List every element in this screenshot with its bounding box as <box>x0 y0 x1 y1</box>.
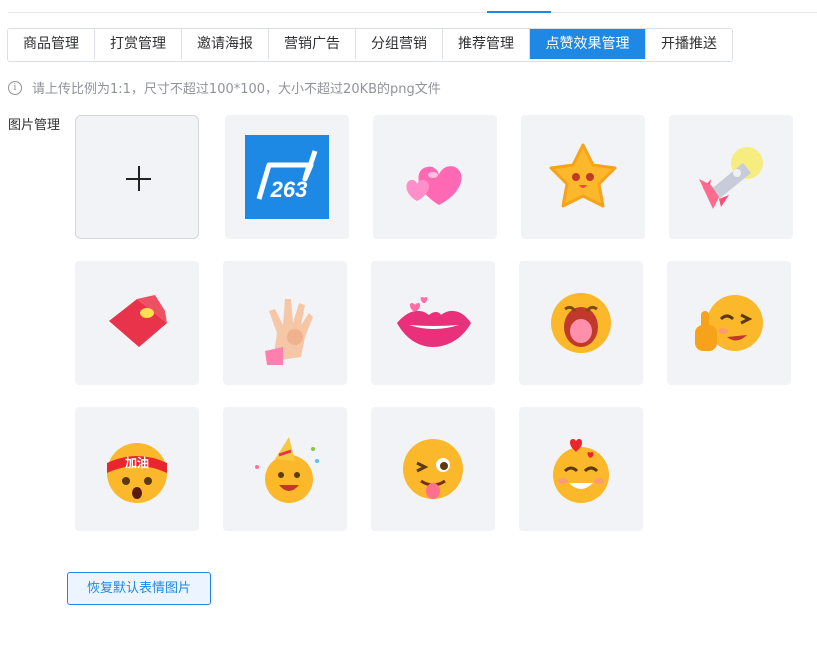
tab-tips[interactable]: 打赏管理 <box>95 29 182 59</box>
tab-like-effects[interactable]: 点赞效果管理 <box>530 29 646 59</box>
tab-group-marketing[interactable]: 分组营销 <box>356 29 443 59</box>
image-tile-love-face[interactable] <box>519 407 643 531</box>
image-tile-lips[interactable] <box>371 261 495 385</box>
tab-recommend[interactable]: 推荐管理 <box>443 29 530 59</box>
party-face-icon <box>255 437 319 503</box>
logo-263-icon: 263 <box>245 135 329 219</box>
wink-thumb-icon <box>695 295 763 351</box>
ok-hand-icon <box>265 299 313 365</box>
tab-live-push[interactable]: 开播推送 <box>646 29 732 59</box>
image-tile-logo-263[interactable]: 263 <box>225 115 349 239</box>
tab-marketing-ads[interactable]: 营销广告 <box>269 29 356 59</box>
info-icon: i <box>8 80 22 95</box>
top-divider <box>8 12 817 13</box>
image-tile-rocket[interactable] <box>669 115 793 239</box>
section-label: 图片管理 <box>8 118 61 133</box>
star-icon <box>549 143 617 208</box>
tab-invite-poster[interactable]: 邀请海报 <box>182 29 269 59</box>
top-active-indicator <box>487 11 551 13</box>
tongue-wink-icon <box>403 439 463 499</box>
image-tile-jiayou-face[interactable]: 加油 <box>75 407 199 531</box>
wallet-icon <box>109 295 167 347</box>
logo-text: 263 <box>270 177 308 202</box>
image-tile-ok-hand[interactable] <box>223 261 347 385</box>
image-tile-star[interactable] <box>521 115 645 239</box>
image-tile-party-face[interactable] <box>223 407 347 531</box>
tab-bar: 商品管理 打赏管理 邀请海报 营销广告 分组营销 推荐管理 点赞效果管理 开播推… <box>7 28 733 62</box>
image-tile-wallet[interactable] <box>75 261 199 385</box>
tab-products[interactable]: 商品管理 <box>8 29 95 59</box>
image-tile-shout-face[interactable] <box>519 261 643 385</box>
upload-button[interactable] <box>75 115 199 239</box>
restore-default-button[interactable]: 恢复默认表情图片 <box>67 572 211 605</box>
jiayou-face-icon: 加油 <box>107 443 167 503</box>
headband-text: 加油 <box>124 455 149 470</box>
love-face-icon <box>553 439 609 503</box>
image-tile-tongue-wink[interactable] <box>371 407 495 531</box>
lips-icon <box>397 297 471 347</box>
hearts-icon <box>406 166 462 205</box>
image-tile-hearts[interactable] <box>373 115 497 239</box>
upload-hint: i 请上传比例为1:1，尺寸不超过100*100，大小不超过20KB的png文件 <box>8 78 441 97</box>
upload-hint-text: 请上传比例为1:1，尺寸不超过100*100，大小不超过20KB的png文件 <box>32 82 441 97</box>
shout-face-icon <box>551 293 611 353</box>
rocket-icon <box>699 147 763 209</box>
image-tile-wink-thumb[interactable] <box>667 261 791 385</box>
